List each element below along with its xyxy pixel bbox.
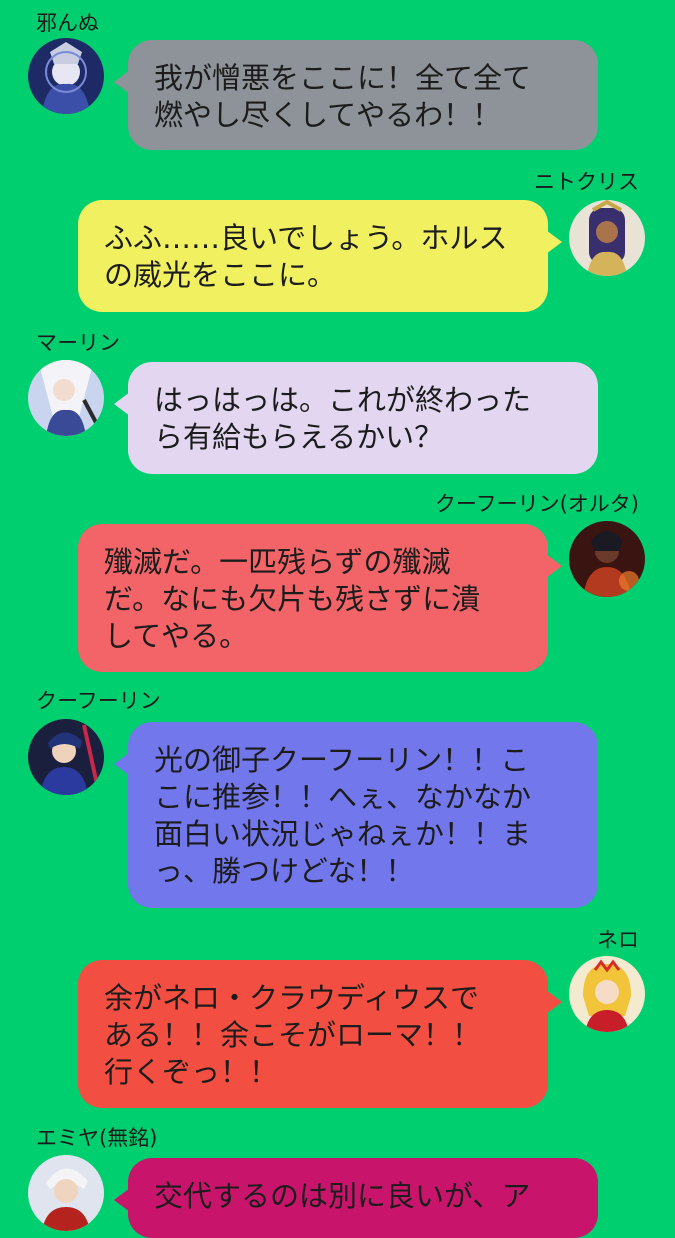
sender-name: マーリン — [36, 331, 120, 355]
message-text: はっはっは。これが終わった ら有給もらえるかい？ — [154, 383, 532, 454]
jeanne-alter-avatar-icon[interactable] — [28, 38, 104, 114]
bubble-tail — [546, 554, 562, 578]
nitocris-avatar-icon[interactable] — [569, 200, 645, 276]
message-text: 余がネロ・クラウディウスで ある！！余こそがローマ！！ 行くぞっ！！ — [104, 981, 482, 1089]
sender-name: クーフーリン(オルタ) — [434, 492, 639, 516]
message-bubble: ふふ……良いでしょう。ホルス の威光をここに。 — [78, 200, 562, 312]
message-bubble: 我が憎悪をここに！全て全て 燃やし尽くしてやるわ！！ — [114, 40, 598, 150]
message-text: 交代するのは別に良いが、ア — [154, 1179, 531, 1213]
cu-alter-avatar-icon[interactable] — [569, 521, 645, 597]
message-bubble: 交代するのは別に良いが、ア — [114, 1158, 598, 1238]
sender-name: ネロ — [597, 928, 639, 952]
message-text: 殲滅だ。一匹残らずの殲滅 だ。なにも欠片も残さずに潰 してやる。 — [104, 545, 481, 653]
cu-chulainn-avatar-icon[interactable] — [28, 719, 104, 795]
sender-name: クーフーリン — [36, 689, 161, 713]
emiya-alter-avatar-icon[interactable] — [28, 1155, 104, 1231]
bubble-tail — [114, 70, 130, 94]
bubble-tail — [114, 752, 130, 776]
message-bubble: 光の御子クーフーリン！！こ こに推参！！へぇ、なかなか 面白い状況じゃねぇか！！… — [114, 722, 598, 908]
bubble-tail — [546, 990, 562, 1014]
message-text: ふふ……良いでしょう。ホルス の威光をここに。 — [104, 221, 508, 292]
message-bubble: はっはっは。これが終わった ら有給もらえるかい？ — [114, 362, 598, 474]
sender-name: 邪んぬ — [36, 11, 99, 35]
message-text: 我が憎悪をここに！全て全て 燃やし尽くしてやるわ！！ — [154, 61, 532, 132]
merlin-avatar-icon[interactable] — [28, 360, 104, 436]
bubble-tail — [546, 230, 562, 254]
sender-name: ニトクリス — [534, 170, 639, 194]
sender-name: エミヤ(無銘) — [36, 1126, 158, 1150]
bubble-tail — [114, 392, 130, 416]
nero-avatar-icon[interactable] — [569, 956, 645, 1032]
message-bubble: 余がネロ・クラウディウスで ある！！余こそがローマ！！ 行くぞっ！！ — [78, 960, 562, 1108]
message-bubble: 殲滅だ。一匹残らずの殲滅 だ。なにも欠片も残さずに潰 してやる。 — [78, 524, 562, 672]
message-text: 光の御子クーフーリン！！こ こに推参！！へぇ、なかなか 面白い状況じゃねぇか！！… — [154, 743, 532, 888]
bubble-tail — [114, 1188, 130, 1212]
